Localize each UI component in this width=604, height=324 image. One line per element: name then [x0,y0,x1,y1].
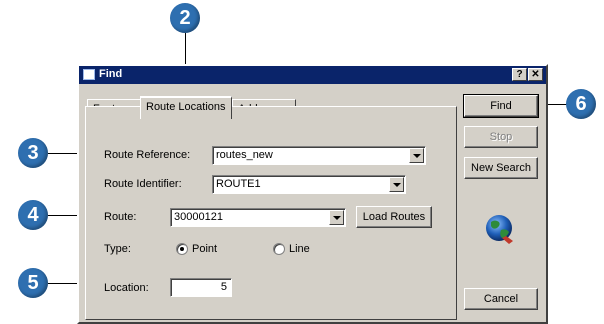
route-dropdown[interactable]: 30000121 [170,208,346,227]
window-icon [83,69,95,80]
route-identifier-label: Route Identifier: [104,178,182,190]
find-button[interactable]: Find [463,94,539,118]
close-button[interactable]: ✕ [528,68,543,81]
stop-button[interactable]: Stop [464,126,538,148]
route-reference-value: routes_new [216,149,273,161]
new-search-button[interactable]: New Search [464,157,538,179]
help-button[interactable]: ? [512,68,527,81]
callout-5: 5 [18,268,48,298]
type-point-radio[interactable] [176,243,188,255]
chevron-down-icon[interactable] [409,148,424,163]
title-bar: Find ? ✕ [79,66,546,84]
globe-icon [482,212,518,248]
route-identifier-value: ROUTE1 [216,178,261,190]
location-label: Location: [104,282,149,294]
tab-route-locations[interactable]: Route Locations [140,96,232,119]
chevron-down-icon[interactable] [389,177,404,192]
type-line-label[interactable]: Line [289,243,310,255]
callout-6: 6 [566,89,596,119]
route-identifier-dropdown[interactable]: ROUTE1 [212,175,406,194]
route-locations-panel: Route Reference: routes_new Route Identi… [85,106,457,320]
route-reference-label: Route Reference: [104,149,191,161]
find-dialog: Find ? ✕ Features Route Locations Addres… [77,64,548,324]
load-routes-button[interactable]: Load Routes [356,206,432,228]
chevron-down-icon[interactable] [329,210,344,225]
location-input[interactable]: 5 [170,278,232,297]
type-line-radio[interactable] [273,243,285,255]
window-title: Find [99,68,123,80]
callout-4: 4 [18,200,48,230]
cancel-button[interactable]: Cancel [464,288,538,310]
route-value: 30000121 [174,211,223,223]
location-value: 5 [220,281,227,293]
type-label: Type: [104,243,131,255]
type-point-label[interactable]: Point [192,243,217,255]
route-reference-dropdown[interactable]: routes_new [212,146,426,165]
callout-2: 2 [170,3,200,33]
callout-3: 3 [18,138,48,168]
route-label: Route: [104,211,137,223]
